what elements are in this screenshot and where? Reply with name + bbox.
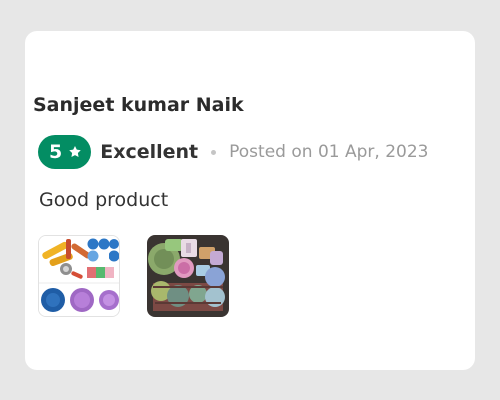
- dot-separator: [211, 149, 217, 155]
- rating-value: 5: [49, 140, 63, 163]
- rating-badge: 5: [38, 135, 92, 169]
- star-icon: [68, 145, 82, 159]
- review-card: Sanjeet kumar Naik 5 Excellent Posted on…: [25, 31, 475, 370]
- reviewer-name: Sanjeet kumar Naik: [33, 94, 244, 116]
- posted-date: Posted on 01 Apr, 2023: [229, 142, 429, 162]
- rating-label: Excellent: [100, 141, 199, 163]
- rating-row: 5 Excellent Posted on 01 Apr, 2023: [38, 134, 428, 170]
- product-thumbnail-1[interactable]: [38, 235, 120, 317]
- review-text: Good product: [39, 189, 169, 211]
- product-thumbnail-2[interactable]: [147, 235, 229, 317]
